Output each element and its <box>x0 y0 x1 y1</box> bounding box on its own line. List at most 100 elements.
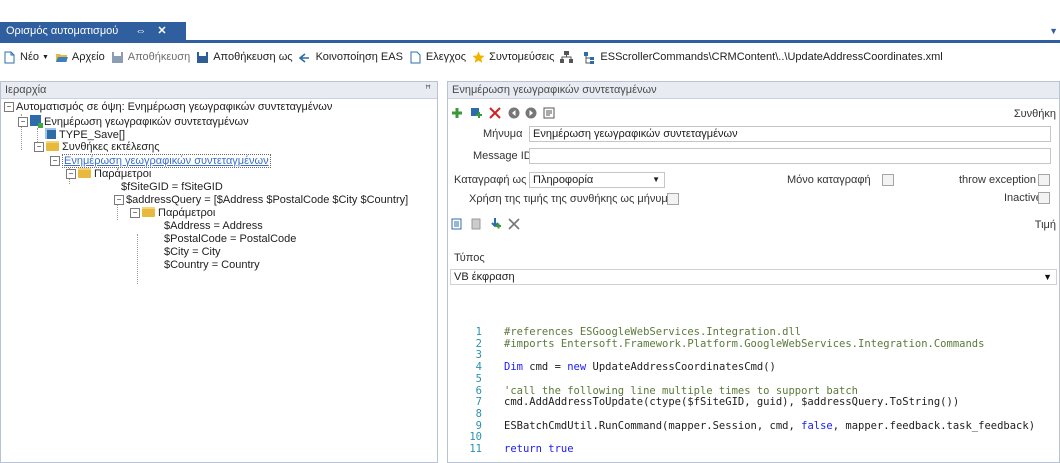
line-number: 1 <box>475 326 482 338</box>
message-label: Μήνυμα <box>483 128 523 140</box>
tree-node-label: Συνθήκες εκτέλεσης <box>62 141 160 153</box>
throw-exception-checkbox[interactable] <box>1038 174 1050 186</box>
line-number: 9 <box>475 419 482 432</box>
tree-node-root[interactable]: − Αυτοματισμός σε όψη: Ενημέρωση γεωγραφι… <box>4 101 332 114</box>
use-condition-checkbox[interactable] <box>667 193 679 205</box>
value-label: Τιμή <box>1034 219 1056 231</box>
clipboard-icon[interactable] <box>470 218 482 230</box>
paste-icon[interactable] <box>451 218 463 230</box>
share-eas-button[interactable]: Κοινοποίηση EAS <box>298 51 403 64</box>
tab-dropdown-icon[interactable]: ▼ <box>1049 26 1058 36</box>
add-icon[interactable] <box>451 107 463 119</box>
workflow-icon <box>30 115 43 128</box>
tree-node-label: $addressQuery = [$Address $PostalCode $C… <box>126 194 409 206</box>
save-label: Αποθήκευση <box>127 51 191 63</box>
shortcuts-button[interactable]: Συντομεύσεις <box>472 51 554 64</box>
line-number: 4 <box>475 361 482 374</box>
line-number: 7 <box>475 396 482 409</box>
collapse-icon[interactable]: − <box>4 102 14 112</box>
tree-node-type-save[interactable]: TYPE_Save[] <box>45 128 125 141</box>
toolbar: Νέο ▼ Αρχείο Αποθήκευση Αποθήκευση ως Κοι… <box>0 47 1060 67</box>
log-as-value: Πληροφορία <box>533 174 594 186</box>
collapse-icon[interactable]: − <box>18 117 28 127</box>
save-as-label: Αποθήκευση ως <box>213 51 293 63</box>
collapse-icon[interactable]: − <box>66 169 76 179</box>
save-as-button[interactable]: Αποθήκευση ως <box>196 51 293 64</box>
code-text: 'call the following line multiple times … <box>504 384 859 397</box>
collapse-icon[interactable]: − <box>114 195 124 205</box>
log-as-label: Καταγραφή ως <box>454 174 527 186</box>
tree-node-workflow[interactable]: − Ενημέρωση γεωγραφικών συντεταγμένων <box>18 115 249 128</box>
pin-icon[interactable]: ⇔ <box>135 25 146 37</box>
line-number: 8 <box>475 407 482 420</box>
folder-icon <box>46 141 59 151</box>
tree-node-param[interactable]: $Address = Address <box>164 220 263 233</box>
inactive-checkbox[interactable] <box>1038 192 1050 204</box>
check-button[interactable]: Ελεγχος <box>409 51 466 64</box>
folder-open-icon <box>55 51 68 64</box>
tree-node-label: $Address = Address <box>164 220 263 232</box>
tree-node-parameters[interactable]: − Παράμετροι <box>130 207 215 220</box>
file-label: Αρχείο <box>71 51 105 63</box>
new-label: Νέο <box>20 51 39 63</box>
move-up-icon[interactable] <box>508 107 520 119</box>
hierarchy-icon <box>560 50 574 64</box>
tree-node-param[interactable]: $City = City <box>164 246 221 259</box>
tree-node-selected[interactable]: − Ενημέρωση γεωγραφικών συντεταγμένων <box>50 154 271 168</box>
add-child-icon[interactable] <box>470 107 482 119</box>
tree-icon <box>583 51 596 64</box>
move-down-icon[interactable] <box>525 107 537 119</box>
properties-panel-title: Ενημέρωση γεωγραφικών συντεταγμένων <box>452 84 657 96</box>
close-icon[interactable]: ✕ <box>157 25 166 37</box>
save-button[interactable]: Αποθήκευση <box>111 51 190 64</box>
pin-icon[interactable]: ꟸ <box>425 82 431 98</box>
hierarchy-panel-title: Ιεραρχία <box>5 84 47 96</box>
message-id-label: Message ID <box>473 150 532 162</box>
use-condition-label: Χρήση της τιμής της συνθήκης ως μήνυμα <box>469 193 675 205</box>
tree-node-label: $City = City <box>164 246 221 258</box>
log-as-select[interactable]: Πληροφορία ▼ <box>529 172 665 188</box>
folder-icon <box>142 207 155 217</box>
insert-icon[interactable] <box>489 218 501 230</box>
tree-node-label: Ενημέρωση γεωγραφικών συντεταγμένων <box>62 154 271 168</box>
properties-panel: Ενημέρωση γεωγραφικών συντεταγμένων Συνθ… <box>447 81 1060 463</box>
tree-node-parameters[interactable]: − Παράμετροι <box>66 168 151 181</box>
collapse-icon[interactable]: − <box>130 208 140 218</box>
line-number: 5 <box>475 372 482 385</box>
file-path: ESScrollerCommands\CRMContent\..\UpdateA… <box>600 51 943 63</box>
share-label: Κοινοποίηση EAS <box>315 51 403 63</box>
new-button[interactable]: Νέο ▼ <box>3 51 49 64</box>
code-text: #references ESGoogleWebServices.Integrat… <box>504 326 802 338</box>
delete-icon[interactable] <box>489 107 501 119</box>
clear-icon[interactable] <box>508 218 520 230</box>
tree-node-conditions[interactable]: − Συνθήκες εκτέλεσης <box>34 141 160 154</box>
message-field[interactable]: Ενημέρωση γεωγραφικών συντεταγμένων <box>529 126 1051 142</box>
chevron-down-icon: ▼ <box>1043 272 1052 282</box>
message-id-field[interactable] <box>529 148 1051 164</box>
tree-node-label: Παράμετροι <box>158 207 216 219</box>
hierarchy-button[interactable] <box>560 50 577 64</box>
chevron-down-icon: ▼ <box>41 53 49 61</box>
tree-node-param[interactable]: $Country = Country <box>164 259 260 272</box>
log-only-label: Μόνο καταγραφή <box>787 174 871 186</box>
tab-document[interactable]: Ορισμός αυτοματισμού ⇔ ✕ <box>0 22 186 40</box>
path-display: ESScrollerCommands\CRMContent\..\UpdateA… <box>583 51 943 64</box>
throw-exception-label: throw exception <box>959 174 1037 186</box>
tree-node-label: TYPE_Save[] <box>59 129 126 141</box>
type-select[interactable]: VB έκφραση ▼ <box>450 269 1057 285</box>
file-button[interactable]: Αρχείο <box>55 51 105 64</box>
tree-node-param[interactable]: $fSiteGID = fSiteGID <box>121 181 223 194</box>
line-number: 11 <box>469 443 482 455</box>
properties-icon[interactable] <box>543 107 555 119</box>
tree-node-label: Ενημέρωση γεωγραφικών συντεταγμένων <box>44 116 249 128</box>
tree-connector <box>137 234 138 284</box>
collapse-icon[interactable]: − <box>50 156 60 166</box>
save-icon <box>45 128 56 139</box>
tree-node-param[interactable]: $PostalCode = PostalCode <box>164 233 296 246</box>
tree-node-label: $PostalCode = PostalCode <box>164 233 297 245</box>
code-text: return true <box>504 443 574 455</box>
log-only-checkbox[interactable] <box>882 174 894 186</box>
tree-node-address-query[interactable]: − $addressQuery = [$Address $PostalCode $… <box>114 194 408 207</box>
code-text: Dim cmd = new UpdateAddressCoordinatesCm… <box>504 361 776 374</box>
collapse-icon[interactable]: − <box>34 142 44 152</box>
